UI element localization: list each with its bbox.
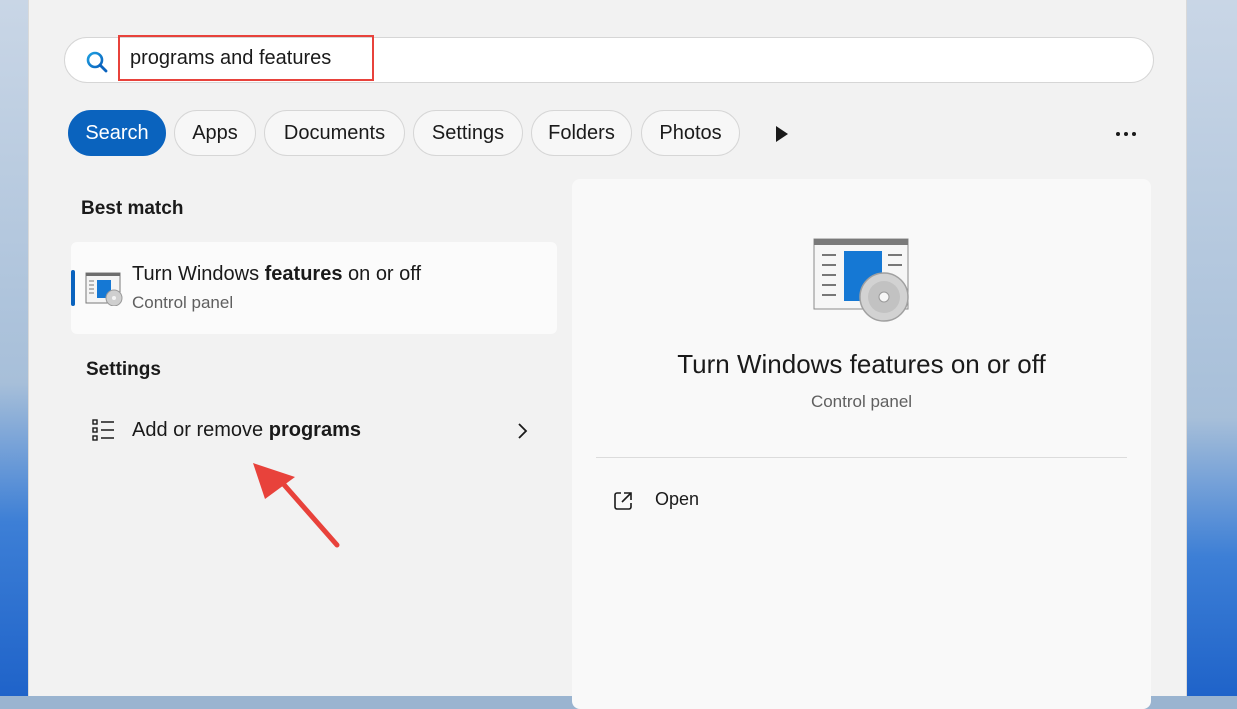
settings-item-add-remove-programs[interactable]: Add or remove programs	[71, 400, 557, 462]
best-match-result[interactable]: Turn Windows features on or off Control …	[71, 242, 557, 334]
filter-tab-settings[interactable]: Settings	[413, 110, 523, 156]
filter-tab-search[interactable]: Search	[68, 110, 166, 156]
open-external-icon	[614, 492, 632, 510]
settings-item-label: Add or remove programs	[132, 419, 361, 441]
search-icon	[86, 51, 108, 73]
filter-tab-folders[interactable]: Folders	[531, 110, 632, 156]
filter-tab-apps[interactable]: Apps	[174, 110, 256, 156]
desktop-wallpaper-right	[1187, 0, 1237, 696]
control-panel-icon	[813, 238, 909, 322]
filter-tab-documents[interactable]: Documents	[264, 110, 405, 156]
best-match-title: Turn Windows features on or off	[132, 263, 422, 285]
preview-divider	[596, 457, 1127, 458]
filter-tab-photos[interactable]: Photos	[641, 110, 740, 156]
best-match-subtitle: Control panel	[132, 293, 234, 312]
search-box[interactable]: programs and features	[64, 35, 1154, 83]
preview-pane: Turn Windows features on or off Control …	[572, 179, 1151, 709]
control-panel-icon	[85, 272, 123, 306]
start-search-panel: programs and features Search Apps Docume…	[28, 0, 1187, 709]
preview-subtitle: Control panel	[810, 392, 913, 411]
open-button[interactable]: Open	[612, 487, 812, 517]
search-highlight-box: programs and features	[118, 35, 374, 81]
chevron-right-icon	[518, 423, 528, 439]
annotation-arrow	[253, 463, 340, 548]
open-label: Open	[655, 489, 700, 509]
best-match-heading: Best match	[81, 198, 184, 219]
settings-heading: Settings	[86, 359, 161, 380]
list-icon	[92, 419, 114, 441]
more-icon[interactable]	[1114, 126, 1138, 142]
preview-title: Turn Windows features on or off	[677, 349, 1046, 379]
desktop-wallpaper-left	[0, 0, 28, 696]
search-input[interactable]: programs and features	[130, 47, 331, 70]
play-icon[interactable]	[774, 125, 790, 143]
selection-indicator	[71, 270, 75, 306]
